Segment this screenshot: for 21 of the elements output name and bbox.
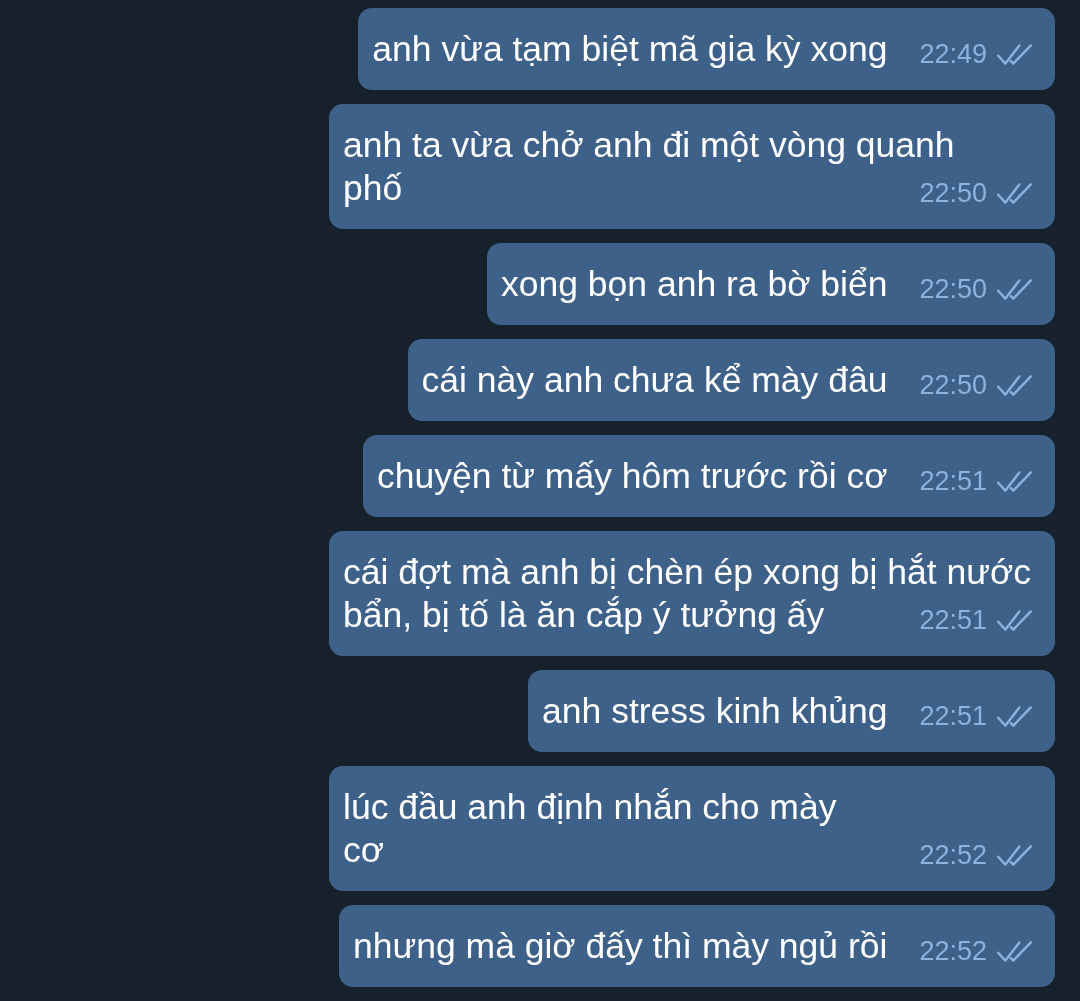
message-time: 22:52 <box>919 936 987 966</box>
message-text: cái này anh chưa kể mày đâu <box>421 360 888 400</box>
message-text: phố <box>343 168 403 208</box>
message-text: bẩn, bị tố là ăn cắp ý tưởng ấy <box>343 595 825 635</box>
message-text: xong bọn anh ra bờ biển <box>500 264 888 304</box>
message-time: 22:51 <box>919 466 987 496</box>
message-time: 22:52 <box>919 840 987 870</box>
message-text: anh vừa tạm biệt mã gia kỳ xong <box>372 29 888 69</box>
message-text: cái đợt mà anh bị chèn ép xong bị hắt nước <box>343 551 1032 594</box>
message-time: 22:51 <box>919 701 987 731</box>
message-time: 22:49 <box>919 39 987 69</box>
message-time: 22:50 <box>919 274 987 304</box>
message-text: cơ <box>343 830 385 870</box>
message-text: nhưng mà giờ đấy thì mày ngủ rồi <box>352 926 888 966</box>
message-time: 22:50 <box>919 178 987 208</box>
message-text: anh ta vừa chở anh đi một vòng quanh <box>343 124 955 167</box>
message-text: lúc đầu anh định nhắn cho mày <box>343 786 837 829</box>
message-text: anh stress kinh khủng <box>542 691 888 731</box>
message-time: 22:50 <box>919 370 987 400</box>
message-text: chuyện từ mấy hôm trước rồi cơ <box>377 456 888 496</box>
message-time: 22:51 <box>919 605 987 635</box>
